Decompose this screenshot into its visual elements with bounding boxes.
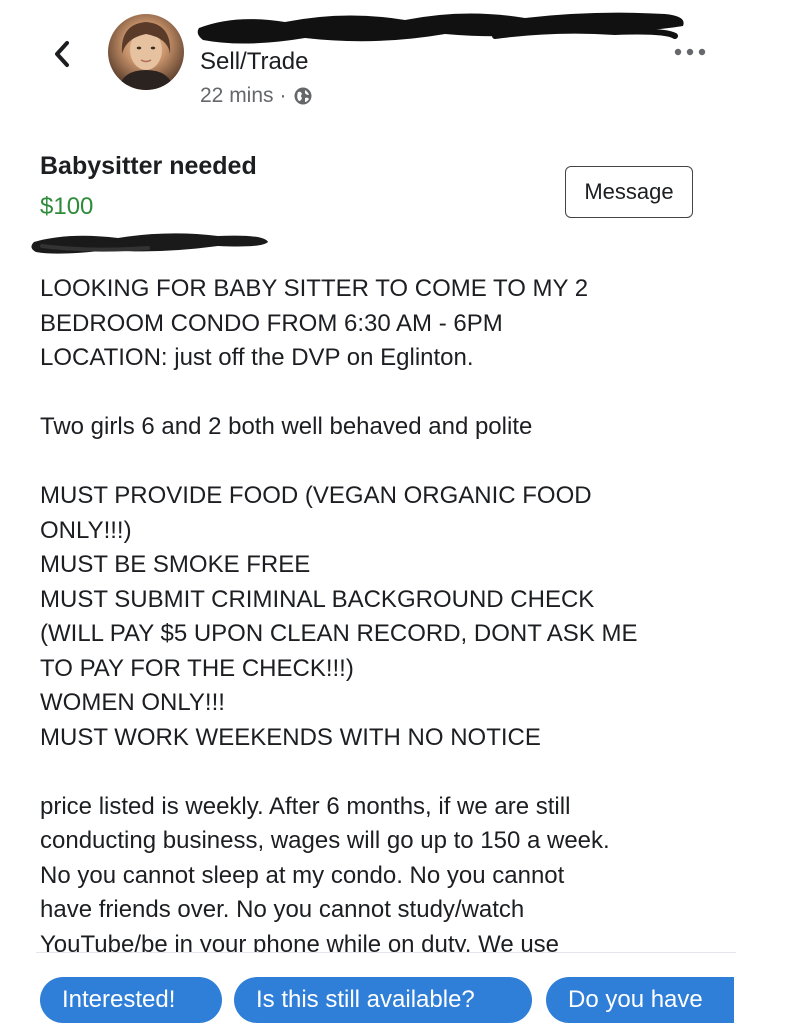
- description-line: MUST SUBMIT CRIMINAL BACKGROUND CHECK: [40, 585, 595, 613]
- quick-reply-do-you-have[interactable]: Do you have: [546, 977, 734, 1023]
- description-line: MUST PROVIDE FOOD (VEGAN ORGANIC FOOD: [40, 482, 592, 509]
- post-header: Sell/Trade 22 mins ·: [0, 0, 800, 130]
- description-line: MUST WORK WEEKENDS WITH NO NOTICE: [40, 723, 541, 751]
- description-line: conducting business, wages will go up to…: [40, 827, 610, 854]
- meta-separator: ·: [279, 84, 287, 107]
- group-name[interactable]: Sell/Trade: [200, 48, 309, 76]
- description-line: TO PAY FOR THE CHECK!!!): [40, 654, 354, 682]
- message-button[interactable]: Message: [565, 166, 693, 218]
- avatar[interactable]: [108, 14, 184, 90]
- quick-reply-bar: Interested! Is this still available? Do …: [0, 952, 800, 1024]
- listing-description: LOOKING FOR BABY SITTER TO COME TO MY 2 B…: [40, 272, 730, 962]
- listing-price: $100: [40, 193, 94, 220]
- description-line: ONLY!!!): [40, 516, 132, 544]
- description-line: LOCATION: just off the DVP on Eglinton.: [40, 344, 474, 371]
- description-line: WOMEN ONLY!!!: [40, 689, 225, 716]
- description-line: MUST BE SMOKE FREE: [40, 551, 311, 578]
- description-line: No you cannot sleep at my condo. No you …: [40, 861, 565, 889]
- redacted-location: [31, 233, 268, 254]
- more-options-button[interactable]: [670, 40, 710, 64]
- description-line: price listed is weekly. After 6 months, …: [40, 792, 571, 820]
- redacted-poster-name: [197, 12, 684, 44]
- description-line: Two girls 6 and 2 both well behaved and …: [40, 413, 533, 440]
- divider: [36, 952, 736, 953]
- back-button[interactable]: [42, 34, 82, 74]
- post-time: 22 mins: [200, 84, 274, 107]
- quick-reply-interested[interactable]: Interested!: [40, 977, 222, 1023]
- description-line: (WILL PAY $5 UPON CLEAN RECORD, DONT ASK…: [40, 620, 638, 647]
- post-meta: 22 mins ·: [200, 84, 313, 108]
- description-line: BEDROOM CONDO FROM 6:30 AM - 6PM: [40, 309, 503, 337]
- globe-icon: [294, 87, 312, 105]
- profile-photo: [118, 22, 174, 90]
- more-dots-icon: [674, 48, 706, 56]
- quick-reply-still-available[interactable]: Is this still available?: [234, 977, 532, 1023]
- description-line: have friends over. No you cannot study/w…: [40, 896, 525, 923]
- description-line: LOOKING FOR BABY SITTER TO COME TO MY 2: [40, 275, 589, 302]
- chevron-left-icon: [55, 41, 69, 67]
- listing-title: Babysitter needed: [40, 152, 257, 180]
